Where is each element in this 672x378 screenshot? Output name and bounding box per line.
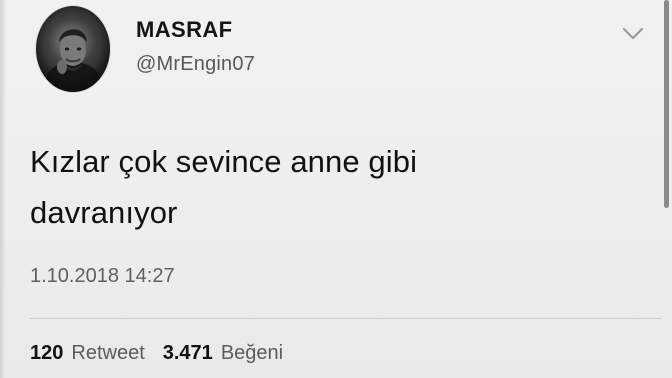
- divider: [30, 318, 662, 319]
- chevron-down-icon[interactable]: [618, 24, 648, 44]
- left-edge-shadow: [0, 0, 6, 378]
- like-count: 3.471: [162, 342, 213, 364]
- retweet-stat[interactable]: 120 Retweet: [30, 342, 145, 365]
- retweet-count: 120: [30, 342, 64, 364]
- scrollbar[interactable]: [664, 0, 669, 208]
- tweet-card: MASRAF @MrEngin07 Kızlar çok sevince ann…: [0, 0, 672, 378]
- profile-photo: [36, 6, 110, 92]
- user-handle[interactable]: @MrEngin07: [136, 53, 255, 76]
- tweet-text: Kızlar çok sevince anne gibi davranıyor: [30, 136, 630, 238]
- engagement-stats: 120 Retweet 3.471 Beğeni: [30, 342, 283, 365]
- like-label: Beğeni: [220, 342, 284, 364]
- tweet-text-line: davranıyor: [30, 195, 178, 230]
- retweet-label: Retweet: [71, 342, 145, 364]
- tweet-text-line: Kızlar çok sevince anne gibi: [30, 144, 418, 179]
- avatar[interactable]: [36, 6, 110, 92]
- like-stat[interactable]: 3.471 Beğeni: [163, 342, 283, 365]
- display-name[interactable]: MASRAF: [136, 17, 233, 43]
- tweet-timestamp[interactable]: 1.10.2018 14:27: [30, 265, 175, 288]
